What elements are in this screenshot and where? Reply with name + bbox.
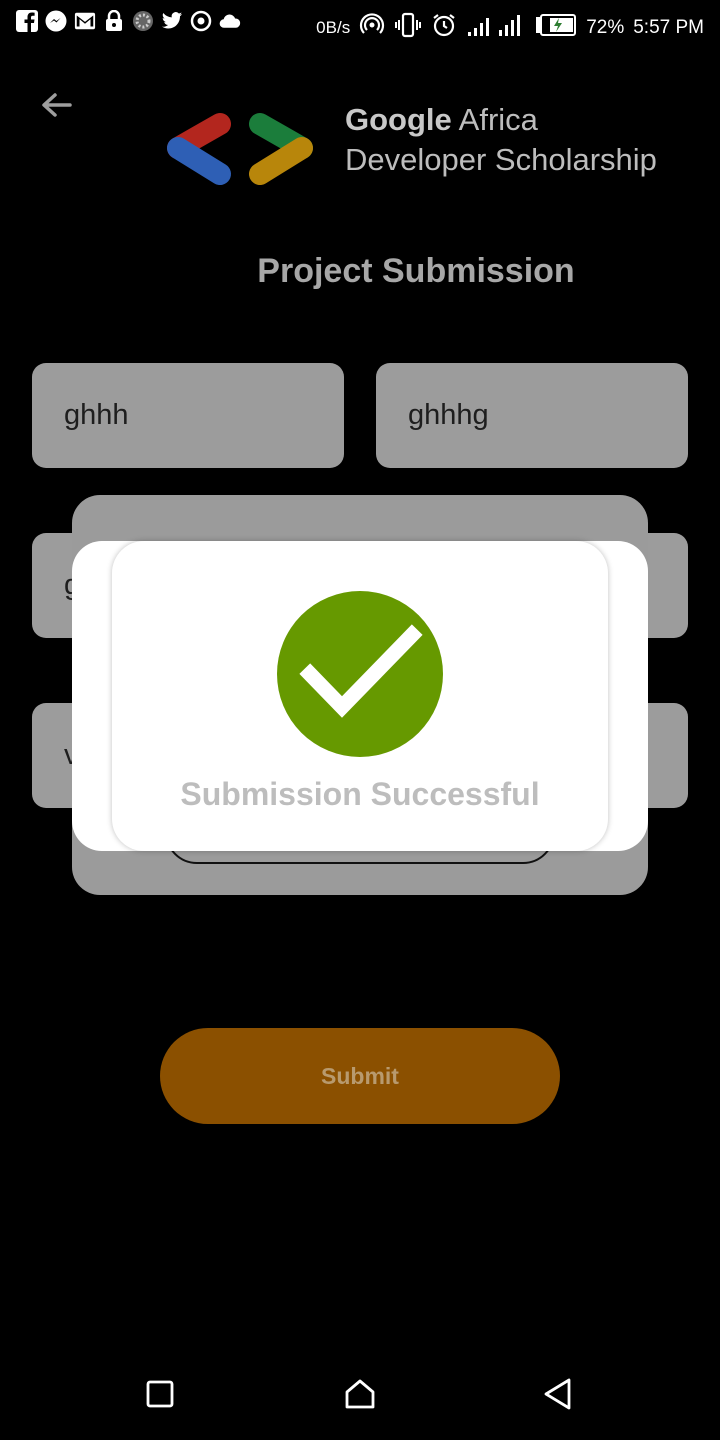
submit-button[interactable]: Submit bbox=[160, 1028, 560, 1124]
facebook-icon bbox=[16, 10, 38, 32]
battery-icon bbox=[535, 14, 577, 42]
navigation-bar bbox=[0, 1350, 720, 1440]
cloud-icon bbox=[219, 10, 241, 32]
signal-icon bbox=[466, 12, 526, 44]
alarm-icon bbox=[431, 12, 457, 44]
battery-percent: 72% bbox=[586, 17, 625, 38]
messenger-icon bbox=[45, 10, 67, 32]
submit-label: Submit bbox=[321, 1062, 399, 1089]
gmail-icon bbox=[74, 10, 96, 32]
brand-google: Google bbox=[345, 102, 452, 137]
success-message: Submission Successful bbox=[180, 776, 540, 812]
notification-icons bbox=[16, 10, 241, 32]
status-bar: 0B/s 72% 5:57 PM bbox=[0, 0, 720, 50]
lock-icon bbox=[103, 10, 125, 32]
brand-name: Google Africa Developer Scholarship bbox=[345, 100, 657, 180]
back-button[interactable] bbox=[36, 86, 76, 126]
target-icon bbox=[190, 10, 212, 32]
vibrate-icon bbox=[394, 12, 422, 44]
brand-africa: Africa bbox=[451, 102, 538, 137]
hotspot-icon bbox=[359, 12, 385, 44]
home-icon[interactable] bbox=[338, 1372, 382, 1416]
back-arrow-icon bbox=[42, 93, 72, 117]
twitter-icon bbox=[161, 10, 183, 32]
network-speed: 0B/s bbox=[316, 18, 351, 37]
success-check-icon bbox=[276, 590, 444, 758]
back-triangle-icon[interactable] bbox=[536, 1372, 580, 1416]
brand-scholarship: Developer Scholarship bbox=[345, 142, 657, 177]
system-status: 0B/s 72% 5:57 PM bbox=[316, 12, 704, 44]
last-name-field[interactable]: ghhhg bbox=[376, 363, 688, 468]
clock: 5:57 PM bbox=[633, 17, 704, 38]
gads-logo bbox=[160, 110, 320, 192]
loading-icon bbox=[132, 10, 154, 32]
last-name-value: ghhhg bbox=[408, 399, 489, 431]
first-name-field[interactable]: ghhh bbox=[32, 363, 344, 468]
recents-square-icon[interactable] bbox=[138, 1372, 182, 1416]
first-name-value: ghhh bbox=[64, 399, 129, 431]
page-title: Project Submission bbox=[257, 252, 575, 290]
